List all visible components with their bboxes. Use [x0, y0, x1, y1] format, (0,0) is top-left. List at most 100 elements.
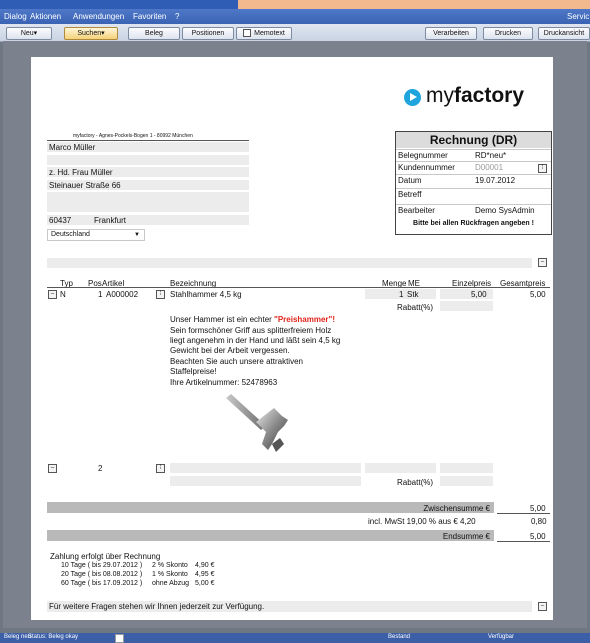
desc-highlight: "Preishammer"! [274, 315, 335, 324]
endsumme-bar: Endsumme € [47, 530, 494, 541]
beleg-button[interactable]: Beleg [128, 27, 180, 40]
row2-desc-field[interactable] [170, 476, 361, 486]
info-row: Betreff [396, 188, 551, 201]
status-beleg-neu: Beleg neu [4, 634, 32, 640]
status-bestand: Bestand [388, 634, 411, 640]
endsumme-value: 5,00 [530, 532, 546, 541]
row2-qty-field[interactable] [365, 463, 436, 473]
address-zip: 60437 [49, 216, 72, 225]
hammer-image [226, 394, 288, 452]
address-street: Steinauer Straße 66 [49, 181, 121, 190]
zwischensumme-label: Zwischensumme € [423, 504, 490, 513]
description-line: Ihre Artikelnummer: 52478963 [170, 378, 278, 387]
row1-pos: 1 [98, 290, 103, 299]
header-text-field[interactable] [47, 258, 532, 268]
menu-service[interactable]: Servic [567, 12, 589, 21]
info-label: Belegnummer [398, 151, 448, 160]
address-attention: z. Hd. Frau Müller [49, 168, 113, 177]
address-extra-field[interactable] [47, 192, 249, 202]
info-label: Bearbeiter [398, 206, 435, 215]
country-value: Deutschland [51, 231, 90, 238]
menu-help[interactable]: ? [175, 12, 179, 21]
row1-artikel[interactable]: A000002 [106, 290, 138, 299]
menu-dialog[interactable]: Dialog [4, 12, 27, 21]
payment-term-b: ohne Abzug [152, 580, 189, 587]
invoice-note: Bitte bei allen Rückfragen angeben ! [413, 220, 534, 227]
row2-collapse-icon[interactable]: – [48, 464, 57, 473]
memotext-button[interactable]: Memotext [236, 27, 292, 40]
country-select[interactable]: Deutschland ▼ [47, 229, 145, 241]
titlebar-accent [0, 0, 238, 9]
description-line: Staffelpreise! [170, 367, 217, 376]
info-row: Kundennummer D00001 ⁞ [396, 161, 551, 174]
menu-favoriten[interactable]: Favoriten [133, 12, 166, 21]
row1-menge: 1 [399, 290, 404, 299]
info-value: RD*neu* [475, 151, 507, 160]
memo-icon [243, 29, 252, 38]
endsumme-label: Endsumme € [442, 532, 490, 541]
toolbar: Neu▾ Suchen▾ Beleg Positionen Memotext V… [0, 24, 590, 42]
new-button[interactable]: Neu▾ [6, 27, 52, 40]
mwst-label: incl. MwSt 19,00 % aus € 4,20 [368, 517, 476, 526]
address-name-field[interactable]: Marco Müller [47, 142, 249, 152]
zwischensumme-bar: Zwischensumme € [47, 502, 494, 513]
row2-article-lookup-icon[interactable]: ⁞ [156, 464, 165, 473]
menu-aktionen[interactable]: Aktionen [30, 12, 61, 21]
address-name: Marco Müller [49, 143, 96, 152]
expand-icon[interactable]: – [538, 258, 547, 267]
info-label: Betreff [398, 190, 422, 199]
row2-pos: 2 [98, 464, 103, 473]
address-attention-field[interactable]: z. Hd. Frau Müller [47, 167, 249, 177]
address-extra2-field[interactable] [47, 202, 249, 212]
row1-rabatt-field[interactable] [440, 301, 493, 311]
invoice-title: Rechnung (DR) [396, 132, 551, 148]
footer-text-field[interactable]: Für weitere Fragen stehen wir Ihnen jede… [47, 601, 532, 612]
row1-qty-field[interactable]: 1 Stk [365, 289, 436, 299]
status-text: Status: Beleg okay [28, 634, 79, 640]
logo-factory: factory [454, 84, 525, 107]
address-line2-field[interactable] [47, 155, 249, 165]
payment-term-a: 10 Tage ( bis 29.07.2012 ) [61, 562, 143, 569]
payment-term-c: 4,90 € [195, 562, 215, 569]
verarbeiten-button[interactable]: Verarbeiten [425, 27, 477, 40]
payment-term-c: 4,95 € [195, 571, 215, 578]
row1-me: Stk [407, 290, 419, 299]
row1-gesamtpreis: 5,00 [530, 290, 546, 299]
article-lookup-icon[interactable]: ⁞ [156, 290, 165, 299]
positionen-button[interactable]: Positionen [182, 27, 234, 40]
description-line: Beachten Sie auch unsere attraktiven [170, 357, 303, 366]
payment-term-b: 2 % Skonto [152, 562, 188, 569]
row2-bezeichnung-field[interactable] [170, 463, 361, 473]
address-street-field[interactable]: Steinauer Straße 66 [47, 180, 249, 190]
memotext-label: Memotext [254, 30, 285, 37]
drucken-button[interactable]: Drucken [483, 27, 533, 40]
payment-term-c: 5,00 € [195, 580, 215, 587]
logo-my: my [426, 84, 454, 107]
payment-title: Zahlung erfolgt über Rechnung [50, 552, 161, 561]
row1-price-field[interactable]: 5,00 [440, 289, 493, 299]
search-button[interactable]: Suchen▾ [64, 27, 118, 40]
footer-expand-icon[interactable]: – [538, 602, 547, 611]
address-zipcity-field[interactable]: 60437 Frankfurt [47, 215, 249, 225]
play-circle-icon [404, 89, 421, 106]
druckansicht-button[interactable]: Druckansicht [538, 27, 590, 40]
status-checkbox[interactable] [115, 634, 124, 643]
row-collapse-icon[interactable]: – [48, 290, 57, 299]
customer-lookup-icon[interactable]: ⁞ [538, 164, 547, 173]
row2-rabatt-field[interactable] [440, 476, 493, 486]
payment-term-a: 60 Tage ( bis 17.09.2012 ) [61, 580, 143, 587]
info-value[interactable]: 19.07.2012 [475, 176, 515, 185]
row1-einzelpreis: 5,00 [471, 290, 487, 299]
info-value[interactable]: D00001 [475, 163, 503, 172]
row1-bezeichnung[interactable]: Stahlhammer 4,5 kg [170, 290, 242, 299]
menu-anwendungen[interactable]: Anwendungen [73, 12, 124, 21]
sender-underline [47, 140, 249, 141]
window-titlebar [0, 0, 590, 9]
row2-price-field[interactable] [440, 463, 493, 473]
description-line: liegt angenehm in der Hand und läßt sein… [170, 336, 341, 345]
status-bar: Beleg neu Status: Beleg okay Bestand Ver… [0, 633, 590, 643]
chevron-down-icon: ▼ [134, 232, 140, 238]
status-verfuegbar: Verfügbar [488, 634, 515, 640]
row1-typ: N [60, 290, 66, 299]
info-label: Datum [398, 176, 422, 185]
